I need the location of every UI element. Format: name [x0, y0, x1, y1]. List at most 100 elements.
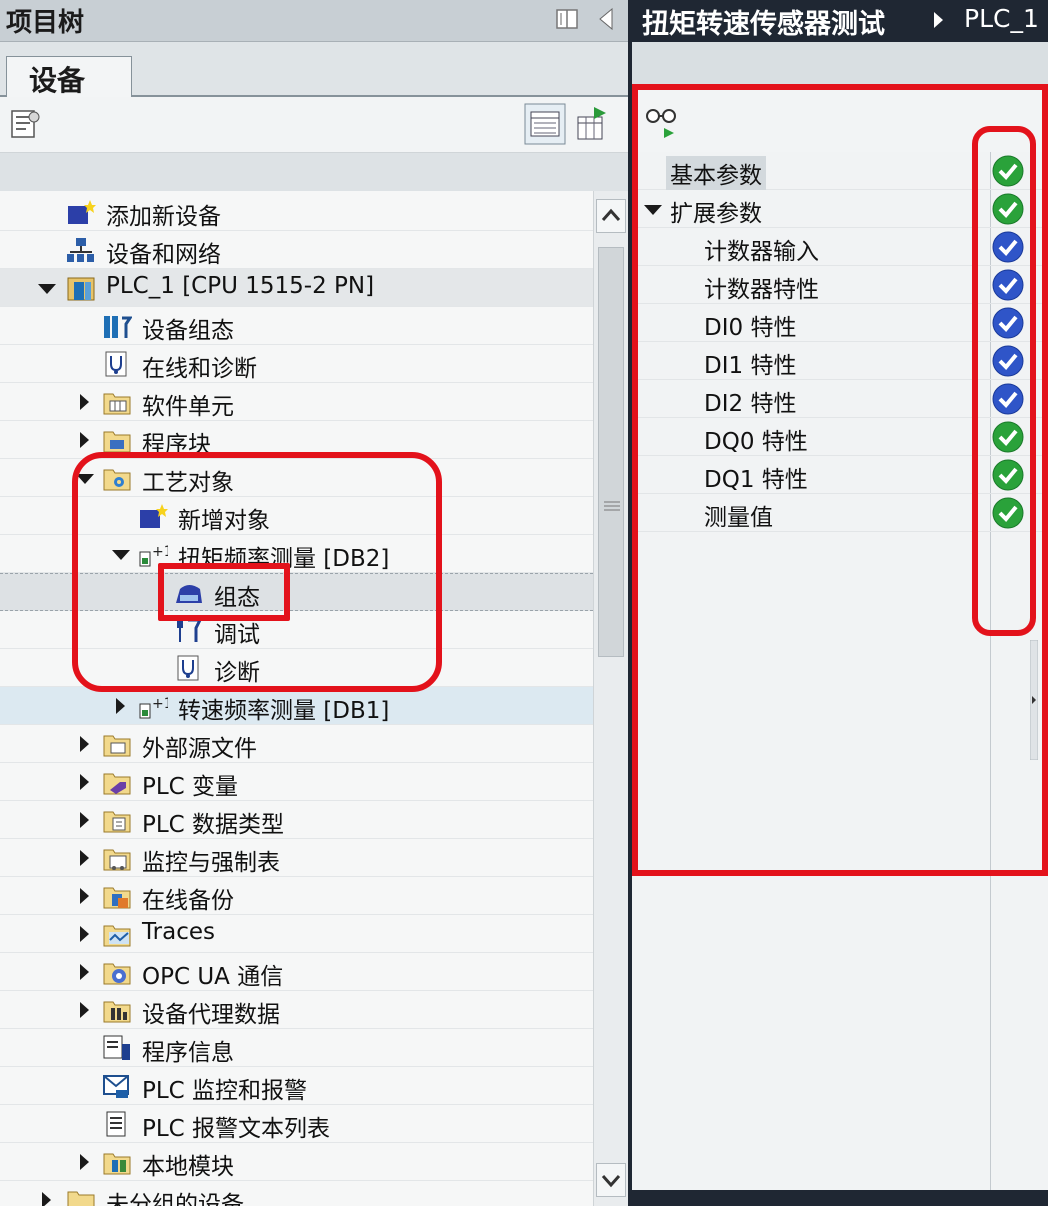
editor-toolbar	[632, 90, 1048, 152]
tree-item-software-units[interactable]: 软件单元	[0, 383, 593, 421]
tree-item-label: 在线备份	[142, 888, 234, 914]
tree-item-local-modules[interactable]: 本地模块	[0, 1143, 593, 1181]
tree-item-online-backups[interactable]: 在线备份	[0, 877, 593, 915]
tree-item-speed-frequency-db1[interactable]: +1 转速频率测量 [DB1]	[0, 687, 593, 725]
alarm-icon	[103, 1075, 129, 1098]
tree-item-label: PLC_1 [CPU 1515-2 PN]	[106, 273, 375, 299]
vertical-scrollbar[interactable]	[593, 191, 628, 1206]
param-dq1[interactable]: DQ1 特性	[632, 456, 1048, 494]
param-counter-characteristics[interactable]: 计数器特性	[632, 266, 1048, 304]
scroll-down-icon[interactable]	[596, 1163, 626, 1197]
tree-item-device-proxy-data[interactable]: 设备代理数据	[0, 991, 593, 1029]
tree-item-plc-supervision-alarms[interactable]: PLC 监控和报警	[0, 1067, 593, 1105]
expand-handle-icon[interactable]	[1030, 640, 1038, 760]
collapsed-arrow-icon[interactable]	[80, 850, 89, 866]
collapsed-arrow-icon[interactable]	[80, 812, 89, 828]
param-di1[interactable]: DI1 特性	[632, 342, 1048, 380]
tree-item-program-blocks[interactable]: 程序块	[0, 421, 593, 459]
tree-item-online-diagnostics[interactable]: 在线和诊断	[0, 345, 593, 383]
tree-item-label: OPC UA 通信	[142, 964, 284, 990]
breadcrumb-plc[interactable]: PLC_1	[964, 4, 1039, 33]
tab-devices[interactable]: 设备	[6, 56, 132, 99]
scroll-up-icon[interactable]	[596, 199, 626, 233]
param-label: 扩展参数	[670, 201, 762, 227]
program-info-icon	[103, 1035, 130, 1060]
collapsed-arrow-icon[interactable]	[80, 736, 89, 752]
editor-tab-strip	[632, 42, 1048, 90]
param-extended[interactable]: 扩展参数	[632, 190, 1048, 228]
tree-item-external-source-files[interactable]: 外部源文件	[0, 725, 593, 763]
check-ok-green-icon	[992, 459, 1024, 491]
tree-item-diagnostics[interactable]: 诊断	[0, 649, 593, 687]
collapsed-arrow-icon[interactable]	[80, 888, 89, 904]
tree-item-commissioning[interactable]: 调试	[0, 611, 593, 649]
collapsed-arrow-icon[interactable]	[80, 774, 89, 790]
tree-item-opc-ua[interactable]: OPC UA 通信	[0, 953, 593, 991]
param-basic[interactable]: 基本参数	[632, 152, 1048, 190]
tree-item-label: 未分组的设备	[106, 1192, 244, 1206]
folder-icon	[103, 1153, 131, 1175]
check-ok-blue-icon	[992, 345, 1024, 377]
collapse-panel-icon[interactable]	[598, 7, 614, 31]
tree-item-traces[interactable]: Traces	[0, 915, 593, 953]
param-label: DI1 特性	[704, 353, 797, 379]
tree-item-watch-force-tables[interactable]: 监控与强制表	[0, 839, 593, 877]
collapsed-arrow-icon[interactable]	[80, 1002, 89, 1018]
param-di0[interactable]: DI0 特性	[632, 304, 1048, 342]
tree-item-technology-objects[interactable]: 工艺对象	[0, 459, 593, 497]
tree-settings-icon[interactable]	[6, 103, 48, 145]
scroll-thumb[interactable]	[598, 247, 624, 657]
tree-item-label: 本地模块	[142, 1154, 234, 1180]
tree-item-add-object[interactable]: 新增对象	[0, 497, 593, 535]
tree-item-configuration[interactable]: 组态	[0, 573, 593, 611]
expanded-arrow-icon[interactable]	[76, 474, 94, 484]
svg-text:+1: +1	[152, 544, 168, 560]
tree-item-device-config[interactable]: 设备组态	[0, 307, 593, 345]
tree-item-plc-alarm-text-lists[interactable]: PLC 报警文本列表	[0, 1105, 593, 1143]
collapsed-arrow-icon[interactable]	[42, 1192, 51, 1206]
expanded-arrow-icon[interactable]	[644, 205, 662, 215]
tree-item-label: 调试	[214, 622, 260, 648]
param-dq0[interactable]: DQ0 特性	[632, 418, 1048, 456]
tree-item-label: 程序信息	[142, 1040, 234, 1066]
tree-item-label: 扭矩频率测量 [DB2]	[178, 546, 390, 572]
collapsed-arrow-icon[interactable]	[116, 698, 125, 714]
tree-item-add-device[interactable]: 添加新设备	[0, 193, 593, 231]
glasses-icon[interactable]	[644, 106, 680, 140]
tree-item-plc-tags[interactable]: PLC 变量	[0, 763, 593, 801]
tree-item-plc-data-types[interactable]: PLC 数据类型	[0, 801, 593, 839]
overview-icon[interactable]	[524, 103, 566, 145]
network-icon	[67, 238, 94, 262]
svg-text:+1: +1	[152, 696, 168, 712]
folder-icon	[103, 811, 131, 833]
tree-item-torque-frequency-db2[interactable]: +1 扭矩频率测量 [DB2]	[0, 535, 593, 573]
export-table-icon[interactable]	[572, 103, 614, 145]
tree-item-devices-networks[interactable]: 设备和网络	[0, 231, 593, 269]
collapsed-arrow-icon[interactable]	[80, 964, 89, 980]
collapsed-arrow-icon[interactable]	[80, 394, 89, 410]
add-object-icon	[140, 504, 168, 528]
tree-item-plc1[interactable]: PLC_1 [CPU 1515-2 PN]	[0, 269, 593, 307]
param-label: DQ1 特性	[704, 467, 808, 493]
tree-item-program-info[interactable]: 程序信息	[0, 1029, 593, 1067]
tree-header-gap	[0, 153, 628, 191]
editor-panel: 扭矩转速传感器测试 PLC_1 基本参数 扩展参数 计数器输入 计数器特性 DI…	[632, 0, 1048, 1206]
param-label: 计数器输入	[704, 239, 819, 265]
grip-icon	[604, 501, 620, 511]
collapsed-arrow-icon[interactable]	[80, 1154, 89, 1170]
folder-icon	[103, 925, 131, 947]
expanded-arrow-icon[interactable]	[112, 550, 130, 560]
tree-item-ungrouped-devices[interactable]: 未分组的设备	[0, 1181, 593, 1206]
tree-item-label: Traces	[142, 919, 215, 945]
tree-item-label: 程序块	[142, 432, 211, 458]
tree-item-label: 工艺对象	[142, 470, 234, 496]
collapsed-arrow-icon[interactable]	[80, 432, 89, 448]
param-di2[interactable]: DI2 特性	[632, 380, 1048, 418]
param-counter-input[interactable]: 计数器输入	[632, 228, 1048, 266]
tree-item-label: PLC 数据类型	[142, 812, 285, 838]
expanded-arrow-icon[interactable]	[38, 284, 56, 294]
editor-bottom-bar	[632, 1190, 1048, 1206]
split-view-icon[interactable]	[556, 8, 578, 30]
collapsed-arrow-icon[interactable]	[80, 926, 89, 942]
param-measured-values[interactable]: 测量值	[632, 494, 1048, 532]
